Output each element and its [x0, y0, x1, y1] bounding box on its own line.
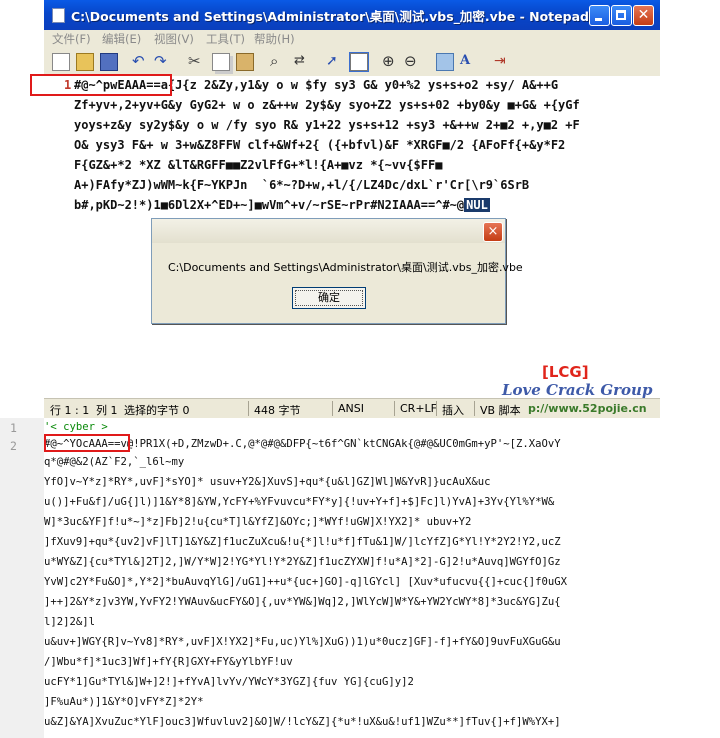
code-line: YvW]c2Y*Fu&O]*,Y*2]*buAuvqYlG]/uG1]++u*{…: [44, 576, 567, 588]
watermark-tag: [LCG]: [542, 363, 589, 381]
status-column: 列 1: [96, 404, 118, 417]
close-icon: ✕: [637, 7, 650, 23]
code-line: W]*3uc&YF]f!u*~]*z]Fb]2!u{cu*T]l&YfZ]&OY…: [44, 516, 472, 528]
zoom-out-icon[interactable]: ⊖: [404, 53, 420, 69]
highlight-box: [30, 74, 172, 96]
paste-icon[interactable]: [236, 53, 254, 71]
code-line: u()]+Fu&f]/uG{]l)]1&Y*8]&YW,YcFY+%YFvuvc…: [44, 496, 555, 508]
dialog-title-bar[interactable]: [152, 219, 505, 243]
code-line: ]F%uAu*)]1&Y*O]vFY*Z]*2Y*: [44, 696, 204, 708]
replace-icon[interactable]: ⇄: [294, 53, 310, 69]
status-encoding[interactable]: ANSI: [338, 402, 364, 415]
nul-marker: NUL: [464, 198, 490, 212]
dialog-message: C:\Documents and Settings\Administrator\…: [168, 261, 523, 274]
menu-help[interactable]: 帮助(H): [254, 31, 295, 47]
title-bar[interactable]: C:\Documents and Settings\Administrator\…: [44, 0, 660, 30]
save-icon[interactable]: [100, 53, 118, 71]
cut-icon[interactable]: ✂: [188, 53, 204, 69]
close-button[interactable]: ✕: [633, 5, 654, 26]
status-mode[interactable]: 插入: [442, 402, 464, 418]
code-editor[interactable]: 1 2 '< cyber > #@~^YOcAAA==v@!PR1X(+D,ZM…: [0, 418, 720, 738]
minimize-button[interactable]: [589, 5, 610, 26]
toolbar: ↶ ↷ ✂ ⌕ ⇄ ➚ ⊕ ⊖ A ⇥: [44, 48, 660, 77]
code-line: q*@#@&2(AZ`F2,`_l6l~my: [44, 456, 185, 468]
scheme-icon[interactable]: [436, 53, 454, 71]
status-size: 448 字节: [254, 404, 301, 417]
menu-file[interactable]: 文件(F): [52, 31, 91, 47]
menu-tools[interactable]: 工具(T): [206, 31, 245, 47]
code-line: ucFY*1]Gu*TYl&]W+]2!]+fYvA]lvYv/YWcY*3YG…: [44, 676, 414, 688]
code-line: YfO]v~Y*z]*RY*,uvF]*sYO]* usuv+Y2&]XuvS]…: [44, 476, 491, 488]
maximize-button[interactable]: [611, 5, 632, 26]
redo-icon[interactable]: ↷: [154, 53, 170, 69]
menu-bar: 文件(F) 编辑(E) 视图(V) 工具(T) 帮助(H): [44, 30, 660, 48]
line-number-gutter: 1 2: [0, 418, 44, 738]
menu-edit[interactable]: 编辑(E): [102, 31, 141, 47]
code-line: l]2]2&]l: [44, 616, 96, 628]
code-line: A+)FAfy*ZJ)wWM~k{F~YKPJn `6*~?D+w,+l/{/L…: [74, 178, 530, 192]
code-line: u&uv+]WGY{R]v~Yv8]*RY*,uvF]X!YX2]*Fu,uc)…: [44, 636, 561, 648]
status-line: 行 1 : 1: [50, 404, 90, 417]
line-number: 2: [10, 439, 17, 453]
code-line: /]Wbu*f]*1uc3]Wf]+fY{R]GXY+FY&yYlbYF!uv: [44, 656, 293, 668]
code-line: yoys+z&y sy2y$&y o w /fy syo R& y1+22 ys…: [74, 118, 580, 132]
find-icon[interactable]: ⌕: [270, 53, 286, 69]
ok-button[interactable]: 确定: [292, 287, 366, 309]
exit-icon[interactable]: ⇥: [494, 53, 510, 69]
window-title: C:\Documents and Settings\Administrator\…: [71, 9, 598, 24]
goto-icon[interactable]: ➚: [326, 53, 342, 69]
undo-icon[interactable]: ↶: [132, 53, 148, 69]
notepad2-window: C:\Documents and Settings\Administrator\…: [44, 0, 660, 418]
code-text: b#,pKD~2!*)1■6Dl2X+^ED+~]■wVm^+v/~rSE~rP…: [74, 198, 465, 212]
code-line: ]fXuv9]+qu*{uv2]vF]lT]1&Y&Z]f1ucZuXcu&!u…: [44, 536, 561, 548]
comment-line: '< cyber >: [44, 421, 108, 433]
highlight-box: [44, 434, 130, 452]
new-file-icon[interactable]: [52, 53, 70, 71]
dialog-close-button[interactable]: ×: [483, 222, 503, 242]
menu-view[interactable]: 视图(V): [154, 31, 194, 47]
watermark-name: Love Crack Group: [502, 381, 653, 399]
zoom-in-icon[interactable]: ⊕: [382, 53, 398, 69]
watermark-url: p://www.52pojie.cn: [528, 402, 647, 415]
code-line: F{GZ&+*2 *XZ &lT&RGFF■■Z2vlFfG+*l!{A+■vz…: [74, 158, 443, 172]
status-type[interactable]: VB 脚本: [480, 402, 521, 418]
notepad-app-icon: [52, 8, 65, 23]
line-number: 1: [10, 421, 17, 435]
code-line: u*WY&Z]{cu*TYl&]2T]2,]W/Y*W]2!YG*Yl!Y*2Y…: [44, 556, 561, 568]
status-selection: 选择的字节 0: [124, 404, 190, 417]
code-line: u&Z]&YA]XvuZuc*YlF]ouc3]Wfuvluv2]&O]W/!l…: [44, 716, 561, 728]
code-line: Zf+yv+,2+yv+G&y GyG2+ w o z&++w 2y$&y sy…: [74, 98, 580, 112]
font-icon[interactable]: A: [460, 53, 476, 69]
message-dialog: × C:\Documents and Settings\Administrato…: [151, 218, 523, 324]
open-folder-icon[interactable]: [76, 53, 94, 71]
code-line-last: b#,pKD~2!*)1■6Dl2X+^ED+~]■wVm^+v/~rSE~rP…: [74, 198, 490, 212]
code-line: O& ysy3 F&+ w 3+w&Z8FFW clf+&Wf+2{ ({+bf…: [74, 138, 566, 152]
status-eol[interactable]: CR+LF: [400, 402, 437, 415]
code-line: ]++]2&Y*z]v3YW,YvFY2!YWAuv&ucFY&O]{,uv*Y…: [44, 596, 561, 608]
line-number-gutter: 1: [44, 76, 74, 398]
copy-icon[interactable]: [212, 53, 230, 71]
word-wrap-icon[interactable]: [349, 52, 369, 72]
